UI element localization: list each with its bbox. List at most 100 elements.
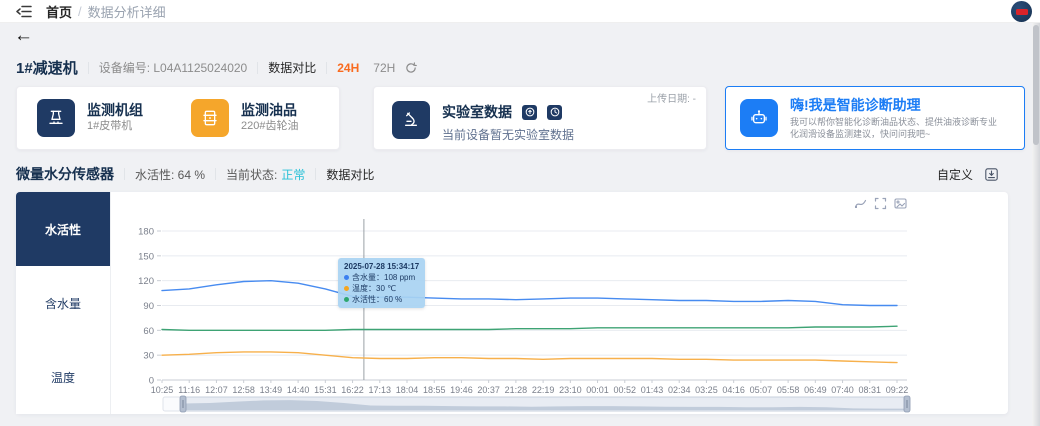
- svg-text:10:25: 10:25: [151, 385, 174, 395]
- data-compare-link[interactable]: 数据对比: [268, 59, 316, 76]
- upload-icon[interactable]: [522, 105, 537, 120]
- svg-text:00:01: 00:01: [586, 385, 609, 395]
- svg-text:06:49: 06:49: [804, 385, 827, 395]
- svg-text:05:07: 05:07: [750, 385, 773, 395]
- device-title: 1#减速机: [16, 57, 78, 78]
- svg-text:19:46: 19:46: [450, 385, 473, 395]
- tooltip-items: 含水量：108 ppm温度：30 ℃水活性：60 %: [344, 272, 419, 305]
- breadcrumb-bar: 首页 / 数据分析详细: [0, 0, 1040, 23]
- export-icon[interactable]: [985, 168, 998, 181]
- series-dot-icon: [344, 297, 349, 302]
- ai-card-desc-line2: 化润滑设备监测建议，快问问我吧~: [790, 128, 997, 140]
- microscope-icon: [392, 101, 430, 139]
- svg-text:02:34: 02:34: [668, 385, 691, 395]
- divider: [88, 62, 89, 74]
- back-button[interactable]: ←: [14, 26, 33, 46]
- svg-text:14:40: 14:40: [287, 385, 310, 395]
- svg-text:07:40: 07:40: [831, 385, 854, 395]
- chart-plot-area: 030609012015018010:2511:1612:0712:5813:4…: [111, 192, 1008, 414]
- monitor-oil-group[interactable]: 监测油品 220#齿轮油: [191, 99, 298, 137]
- monitor-unit-subtitle: 1#皮带机: [87, 119, 143, 134]
- svg-text:03:25: 03:25: [695, 385, 718, 395]
- chart-toolbox: [854, 197, 908, 211]
- svg-text:60: 60: [143, 326, 154, 337]
- svg-text:22:19: 22:19: [532, 385, 555, 395]
- sensor-compare-link[interactable]: 数据对比: [326, 166, 374, 183]
- monitor-oil-title: 监测油品: [241, 102, 298, 119]
- upload-date-label: 上传日期: -: [647, 90, 696, 105]
- chart-tooltip: 2025-07-28 15:34:17 含水量：108 ppm温度：30 ℃水活…: [338, 258, 425, 308]
- toolbox-save-image-icon[interactable]: [894, 197, 908, 211]
- svg-text:17:13: 17:13: [369, 385, 392, 395]
- tab-water-activity[interactable]: 水活性: [16, 192, 110, 266]
- monitor-oil-text: 监测油品 220#齿轮油: [241, 102, 298, 134]
- tooltip-row: 含水量：108 ppm: [344, 272, 419, 283]
- tooltip-value: 水活性：60 %: [352, 294, 402, 305]
- svg-text:04:16: 04:16: [722, 385, 745, 395]
- tooltip-value: 含水量：108 ppm: [352, 272, 415, 283]
- refresh-icon[interactable]: [405, 62, 417, 74]
- breadcrumb-home[interactable]: 首页: [46, 2, 72, 21]
- lab-card-subtitle: 当前设备暂无实验室数据: [442, 126, 574, 143]
- user-avatar[interactable]: [1011, 1, 1032, 22]
- divider: [257, 62, 258, 74]
- tooltip-row: 水活性：60 %: [344, 294, 419, 305]
- device-number: 设备编号: L04A1125024020: [99, 59, 248, 76]
- ai-card-text: 嗨!我是智能诊断助理 我可以帮你智能化诊断油品状态、提供油液诊断专业 化润滑设备…: [790, 97, 997, 140]
- lab-card-title: 实验室数据: [442, 102, 512, 122]
- lab-title-row: 实验室数据: [442, 102, 574, 122]
- breadcrumb-separator: /: [78, 4, 82, 19]
- monitor-card: 监测机组 1#皮带机 监测油品 220#齿轮油: [16, 86, 340, 150]
- ai-card-title: 嗨!我是智能诊断助理: [790, 97, 997, 114]
- divider: [326, 62, 327, 74]
- oil-barrel-icon: [191, 99, 229, 137]
- range-24h-button[interactable]: 24H: [337, 61, 359, 75]
- svg-text:00:52: 00:52: [614, 385, 637, 395]
- svg-text:18:04: 18:04: [396, 385, 419, 395]
- divider: [124, 168, 125, 180]
- machine-icon: [37, 99, 75, 137]
- sensor-header: 微量水分传感器 水活性: 64 % 当前状态: 正常 数据对比 自定义: [16, 164, 1024, 184]
- monitor-oil-subtitle: 220#齿轮油: [241, 119, 298, 134]
- svg-text:21:28: 21:28: [505, 385, 528, 395]
- range-72h-button[interactable]: 72H: [373, 61, 395, 75]
- sensor-title: 微量水分传感器: [16, 164, 114, 184]
- monitor-unit-text: 监测机组 1#皮带机: [87, 102, 143, 134]
- device-header: 1#减速机 设备编号: L04A1125024020 数据对比 24H 72H: [16, 57, 417, 78]
- svg-text:09:22: 09:22: [886, 385, 909, 395]
- svg-text:15:31: 15:31: [314, 385, 337, 395]
- tab-water-content[interactable]: 含水量: [16, 266, 110, 340]
- chart-tabs: 水活性含水量温度: [16, 192, 111, 414]
- avatar-logo: [1016, 9, 1028, 15]
- svg-text:13:49: 13:49: [260, 385, 283, 395]
- svg-text:23:10: 23:10: [559, 385, 582, 395]
- sensor-trend-chart[interactable]: 030609012015018010:2511:1612:0712:5813:4…: [111, 192, 1008, 414]
- svg-text:16:22: 16:22: [341, 385, 364, 395]
- svg-text:90: 90: [143, 301, 154, 312]
- history-icon[interactable]: [547, 105, 562, 120]
- tooltip-row: 温度：30 ℃: [344, 283, 419, 294]
- status-label: 当前状态:: [226, 166, 277, 183]
- menu-fold-icon[interactable]: [16, 5, 32, 18]
- svg-text:120: 120: [138, 276, 154, 287]
- divider: [315, 168, 316, 180]
- svg-text:01:43: 01:43: [641, 385, 664, 395]
- page-scrollbar[interactable]: [1032, 23, 1040, 426]
- monitor-unit-group[interactable]: 监测机组 1#皮带机: [37, 99, 143, 137]
- lab-data-card: 上传日期: - 实验室数据 当前设备暂无实验室数据: [373, 86, 707, 150]
- ai-assistant-card[interactable]: 嗨!我是智能诊断助理 我可以帮你智能化诊断油品状态、提供油液诊断专业 化润滑设备…: [725, 86, 1025, 150]
- ai-card-desc-line1: 我可以帮你智能化诊断油品状态、提供油液诊断专业: [790, 116, 997, 128]
- tab-temperature[interactable]: 温度: [16, 340, 110, 414]
- svg-text:12:58: 12:58: [232, 385, 255, 395]
- customize-button[interactable]: 自定义: [937, 166, 973, 183]
- toolbox-datazoom-icon[interactable]: [874, 197, 888, 211]
- robot-icon: [740, 99, 778, 137]
- lab-card-text: 实验室数据 当前设备暂无实验室数据: [442, 101, 574, 149]
- svg-text:180: 180: [138, 227, 154, 238]
- status-badge: 正常: [281, 166, 305, 183]
- monitor-unit-title: 监测机组: [87, 102, 143, 119]
- series-dot-icon: [344, 275, 349, 280]
- scrollbar-thumb[interactable]: [1033, 25, 1039, 145]
- sensor-header-right: 自定义: [937, 166, 998, 183]
- toolbox-restore-icon[interactable]: [854, 197, 868, 211]
